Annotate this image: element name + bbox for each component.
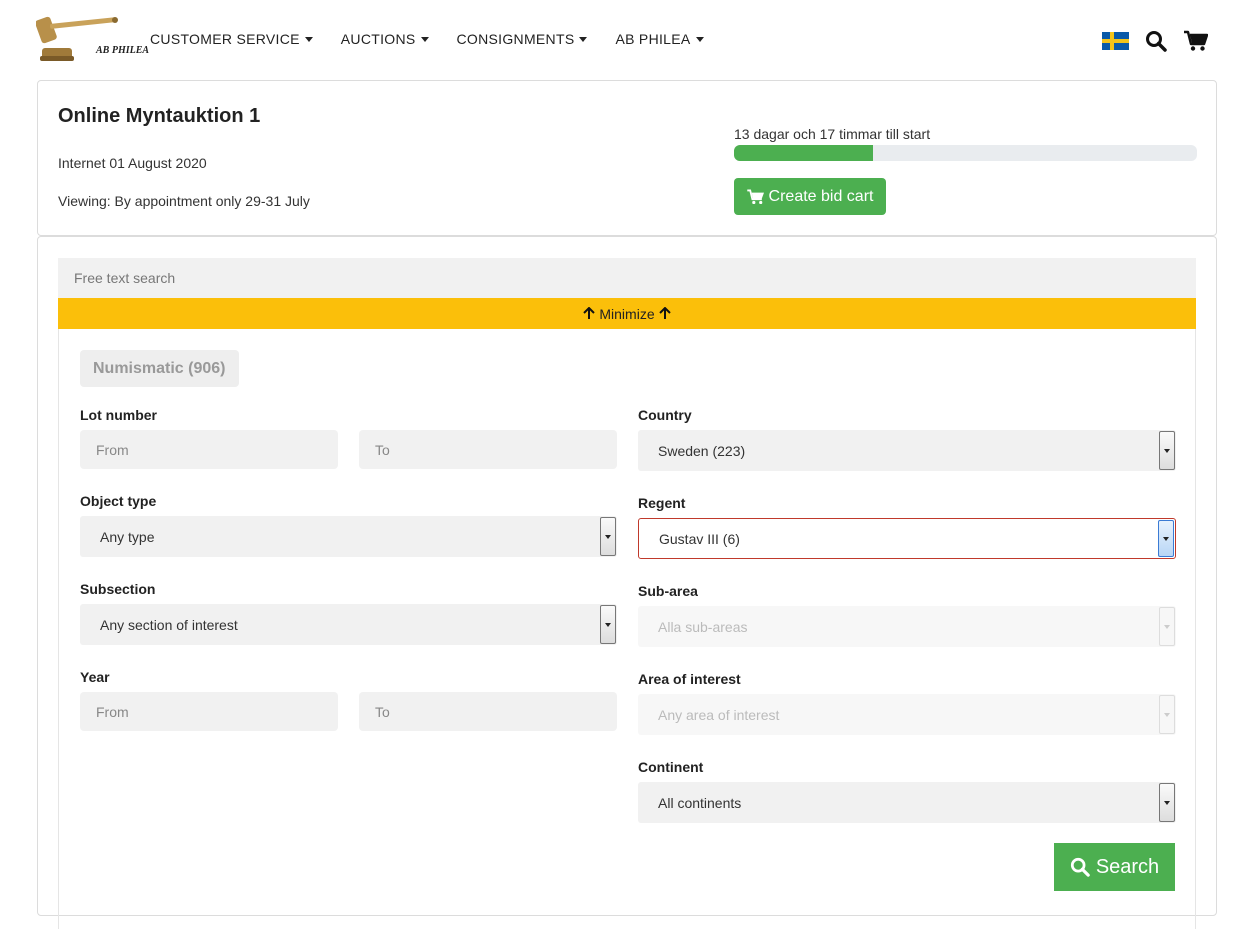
auction-date: Internet 01 August 2020 [58, 155, 207, 171]
select-value: Any area of interest [658, 706, 780, 723]
subsection-select[interactable]: Any section of interest [80, 604, 617, 645]
category-chip-numismatic[interactable]: Numismatic (906) [80, 350, 239, 387]
auction-viewing: Viewing: By appointment only 29-31 July [58, 193, 310, 209]
menu-customer-service[interactable]: CUSTOMER SERVICE [150, 31, 313, 47]
caret-down-icon [304, 36, 313, 42]
year-label: Year [80, 669, 110, 685]
menu-auctions[interactable]: AUCTIONS [341, 31, 429, 47]
create-bid-cart-button[interactable]: Create bid cart [734, 178, 886, 215]
search-button[interactable]: Search [1054, 843, 1175, 891]
menu-label: AUCTIONS [340, 31, 416, 47]
regent-select[interactable]: Gustav III (6) [638, 518, 1176, 559]
object-type-select[interactable]: Any type [80, 516, 617, 557]
caret-down-icon [420, 36, 429, 42]
sub-area-select[interactable]: Alla sub-areas [638, 606, 1176, 647]
filter-panel: Numismatic (906) Lot number From To Obje… [58, 329, 1196, 929]
chevron-down-icon [1159, 783, 1175, 822]
continent-select[interactable]: All continents [638, 782, 1176, 823]
search-card: Free text search Minimize Numismatic (90… [37, 236, 1217, 929]
countdown-text: 13 dagar och 17 timmar till start [734, 126, 931, 142]
country-select[interactable]: Sweden (223) [638, 430, 1176, 471]
button-label: Search [1095, 855, 1160, 878]
sub-area-label: Sub-area [638, 583, 698, 599]
menu-label: CUSTOMER SERVICE [150, 31, 300, 47]
arrow-up-icon [658, 307, 671, 319]
country-label: Country [638, 407, 692, 423]
free-text-search-input[interactable]: Free text search [58, 258, 1196, 298]
lot-number-to-input[interactable]: To [359, 430, 617, 469]
search-icon [1070, 857, 1090, 877]
year-to-input[interactable]: To [359, 692, 617, 731]
select-value: Alla sub-areas [658, 618, 748, 635]
auction-title: Online Myntauktion 1 [58, 105, 261, 127]
swedish-flag-icon[interactable] [1102, 32, 1129, 50]
select-value: Gustav III (6) [659, 530, 740, 547]
cart-icon[interactable] [1183, 28, 1209, 54]
select-value: Sweden (223) [658, 442, 746, 459]
menu-label: AB PHILEA [615, 31, 691, 47]
countdown-progress-bar [734, 145, 1197, 161]
area-of-interest-select[interactable]: Any area of interest [638, 694, 1176, 735]
nav-icons [1102, 28, 1223, 54]
menu-label: CONSIGNMENTS [456, 31, 575, 47]
area-of-interest-label: Area of interest [638, 671, 741, 687]
gavel-icon [35, 16, 118, 61]
continent-label: Continent [638, 759, 704, 775]
regent-label: Regent [638, 495, 686, 511]
progress-fill [734, 145, 873, 161]
brand-name: AB PHILEA [96, 45, 150, 56]
select-value: Any section of interest [100, 616, 238, 633]
button-label: Create bid cart [768, 187, 874, 205]
lot-number-label: Lot number [80, 407, 157, 423]
select-value: Any type [100, 528, 155, 545]
chevron-down-icon [600, 605, 616, 644]
chevron-down-icon [1159, 431, 1175, 470]
menu-ab-philea[interactable]: AB PHILEA [615, 31, 704, 47]
ab-philea-logo[interactable]: AB PHILEA [35, 12, 149, 64]
subsection-label: Subsection [80, 581, 156, 597]
chevron-down-icon [1158, 520, 1174, 557]
minimize-toggle[interactable]: Minimize [58, 298, 1196, 329]
select-value: All continents [658, 794, 742, 811]
arrow-up-icon [583, 307, 596, 319]
main-menu: CUSTOMER SERVICE AUCTIONS CONSIGNMENTS A… [150, 31, 732, 47]
minimize-label: Minimize [599, 305, 655, 322]
menu-consignments[interactable]: CONSIGNMENTS [457, 31, 588, 47]
auction-info-card: Online Myntauktion 1 Internet 01 August … [37, 80, 1217, 236]
chevron-down-icon [1159, 695, 1175, 734]
year-from-input[interactable]: From [80, 692, 338, 731]
chevron-down-icon [600, 517, 616, 556]
cart-icon [746, 189, 764, 204]
caret-down-icon [579, 36, 588, 42]
caret-down-icon [695, 36, 704, 42]
top-navigation: AB PHILEA CUSTOMER SERVICE AUCTIONS CONS… [0, 0, 1250, 80]
lot-number-from-input[interactable]: From [80, 430, 338, 469]
chevron-down-icon [1159, 607, 1175, 646]
object-type-label: Object type [80, 493, 157, 509]
search-icon[interactable] [1143, 28, 1169, 54]
